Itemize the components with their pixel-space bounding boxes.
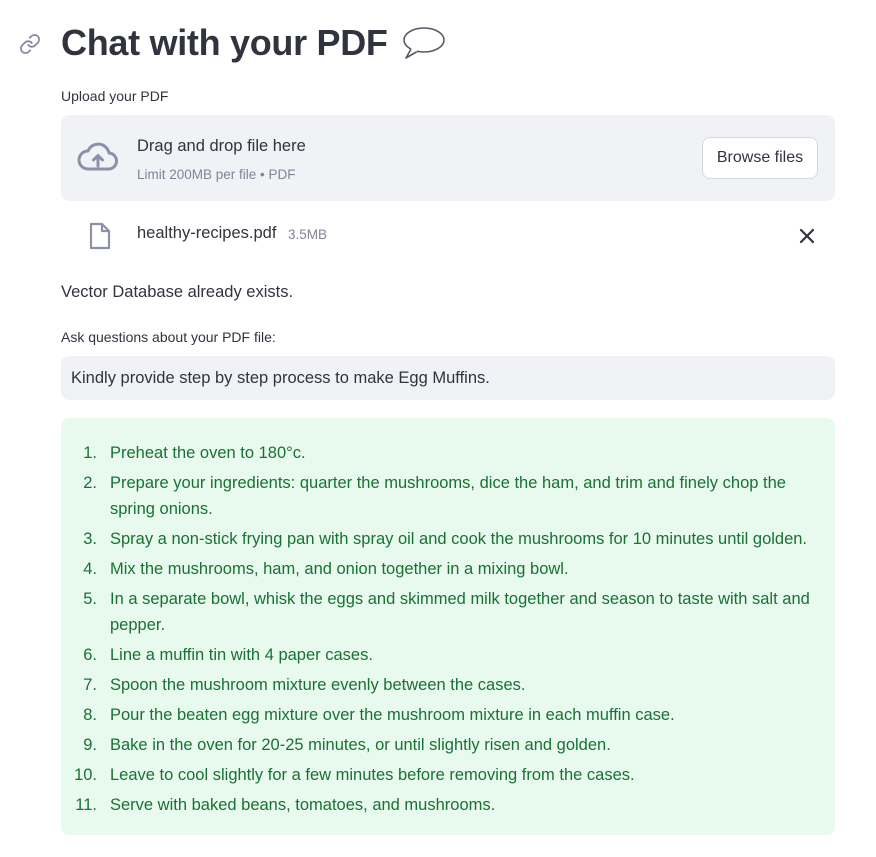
link-icon[interactable] (19, 33, 41, 55)
answer-step: 7. Spoon the mushroom mixture evenly betw… (61, 672, 835, 698)
upload-label: Upload your PDF (61, 88, 169, 104)
step-number: 5. (83, 590, 97, 608)
page-title-text: Chat with your PDF (61, 22, 388, 63)
step-text: Mix the mushrooms, ham, and onion togeth… (110, 560, 569, 578)
answer-step: 2. Prepare your ingredients: quarter the … (61, 470, 835, 522)
dropzone-title: Drag and drop file here (137, 137, 306, 155)
step-number: 10. (74, 766, 97, 784)
step-text: Line a muffin tin with 4 paper cases. (110, 646, 373, 664)
dropzone-limit: Limit 200MB per file • PDF (137, 167, 296, 182)
step-text: Leave to cool slightly for a few minutes… (110, 766, 635, 784)
question-label: Ask questions about your PDF file: (61, 329, 276, 345)
step-number: 11. (75, 796, 97, 814)
answer-step: 5. In a separate bowl, whisk the eggs and… (61, 586, 835, 638)
step-number: 4. (83, 560, 97, 578)
file-name: healthy-recipes.pdf (137, 224, 277, 242)
browse-files-button[interactable]: Browse files (702, 137, 818, 179)
file-icon (88, 222, 112, 250)
question-input[interactable] (61, 356, 835, 400)
cloud-upload-icon (77, 141, 119, 175)
step-text: Serve with baked beans, tomatoes, and mu… (110, 796, 496, 814)
step-text: Spray a non-stick frying pan with spray … (110, 530, 808, 548)
step-text: Pour the beaten egg mixture over the mus… (110, 706, 675, 724)
page-title: Chat with your PDF (61, 18, 446, 68)
close-icon[interactable] (798, 227, 816, 245)
answer-step: 8. Pour the beaten egg mixture over the m… (61, 702, 835, 728)
step-text: Bake in the oven for 20-25 minutes, or u… (110, 736, 611, 754)
step-text: Spoon the mushroom mixture evenly betwee… (110, 676, 526, 694)
answer-steps: 1. Preheat the oven to 180°c. 2. Prepare y… (61, 440, 835, 822)
speech-balloon-icon (402, 26, 446, 60)
step-number: 3. (83, 530, 97, 548)
status-message: Vector Database already exists. (61, 283, 294, 301)
step-number: 1. (83, 444, 97, 462)
step-text: In a separate bowl, whisk the eggs and s… (110, 590, 810, 634)
answer-step: 6. Line a muffin tin with 4 paper cases. (61, 642, 835, 668)
step-number: 6. (83, 646, 97, 664)
file-dropzone[interactable]: Drag and drop file here Limit 200MB per … (61, 115, 835, 201)
step-number: 8. (83, 706, 97, 724)
step-text: Preheat the oven to 180°c. (110, 444, 306, 462)
step-number: 9. (83, 736, 97, 754)
answer-box: 1. Preheat the oven to 180°c. 2. Prepare y… (61, 418, 835, 835)
step-number: 7. (83, 676, 97, 694)
uploaded-file-row: healthy-recipes.pdf 3.5MB (61, 216, 835, 256)
file-size: 3.5MB (288, 227, 328, 242)
answer-step: 9. Bake in the oven for 20-25 minutes, or… (61, 732, 835, 758)
answer-step: 10. Leave to cool slightly for a few minu… (61, 762, 835, 788)
step-text: Prepare your ingredients: quarter the mu… (110, 474, 786, 518)
answer-step: 4. Mix the mushrooms, ham, and onion toge… (61, 556, 835, 582)
answer-step: 3. Spray a non-stick frying pan with spra… (61, 526, 835, 552)
answer-step: 11. Serve with baked beans, tomatoes, and… (61, 792, 835, 818)
answer-step: 1. Preheat the oven to 180°c. (61, 440, 835, 466)
step-number: 2. (83, 474, 97, 492)
